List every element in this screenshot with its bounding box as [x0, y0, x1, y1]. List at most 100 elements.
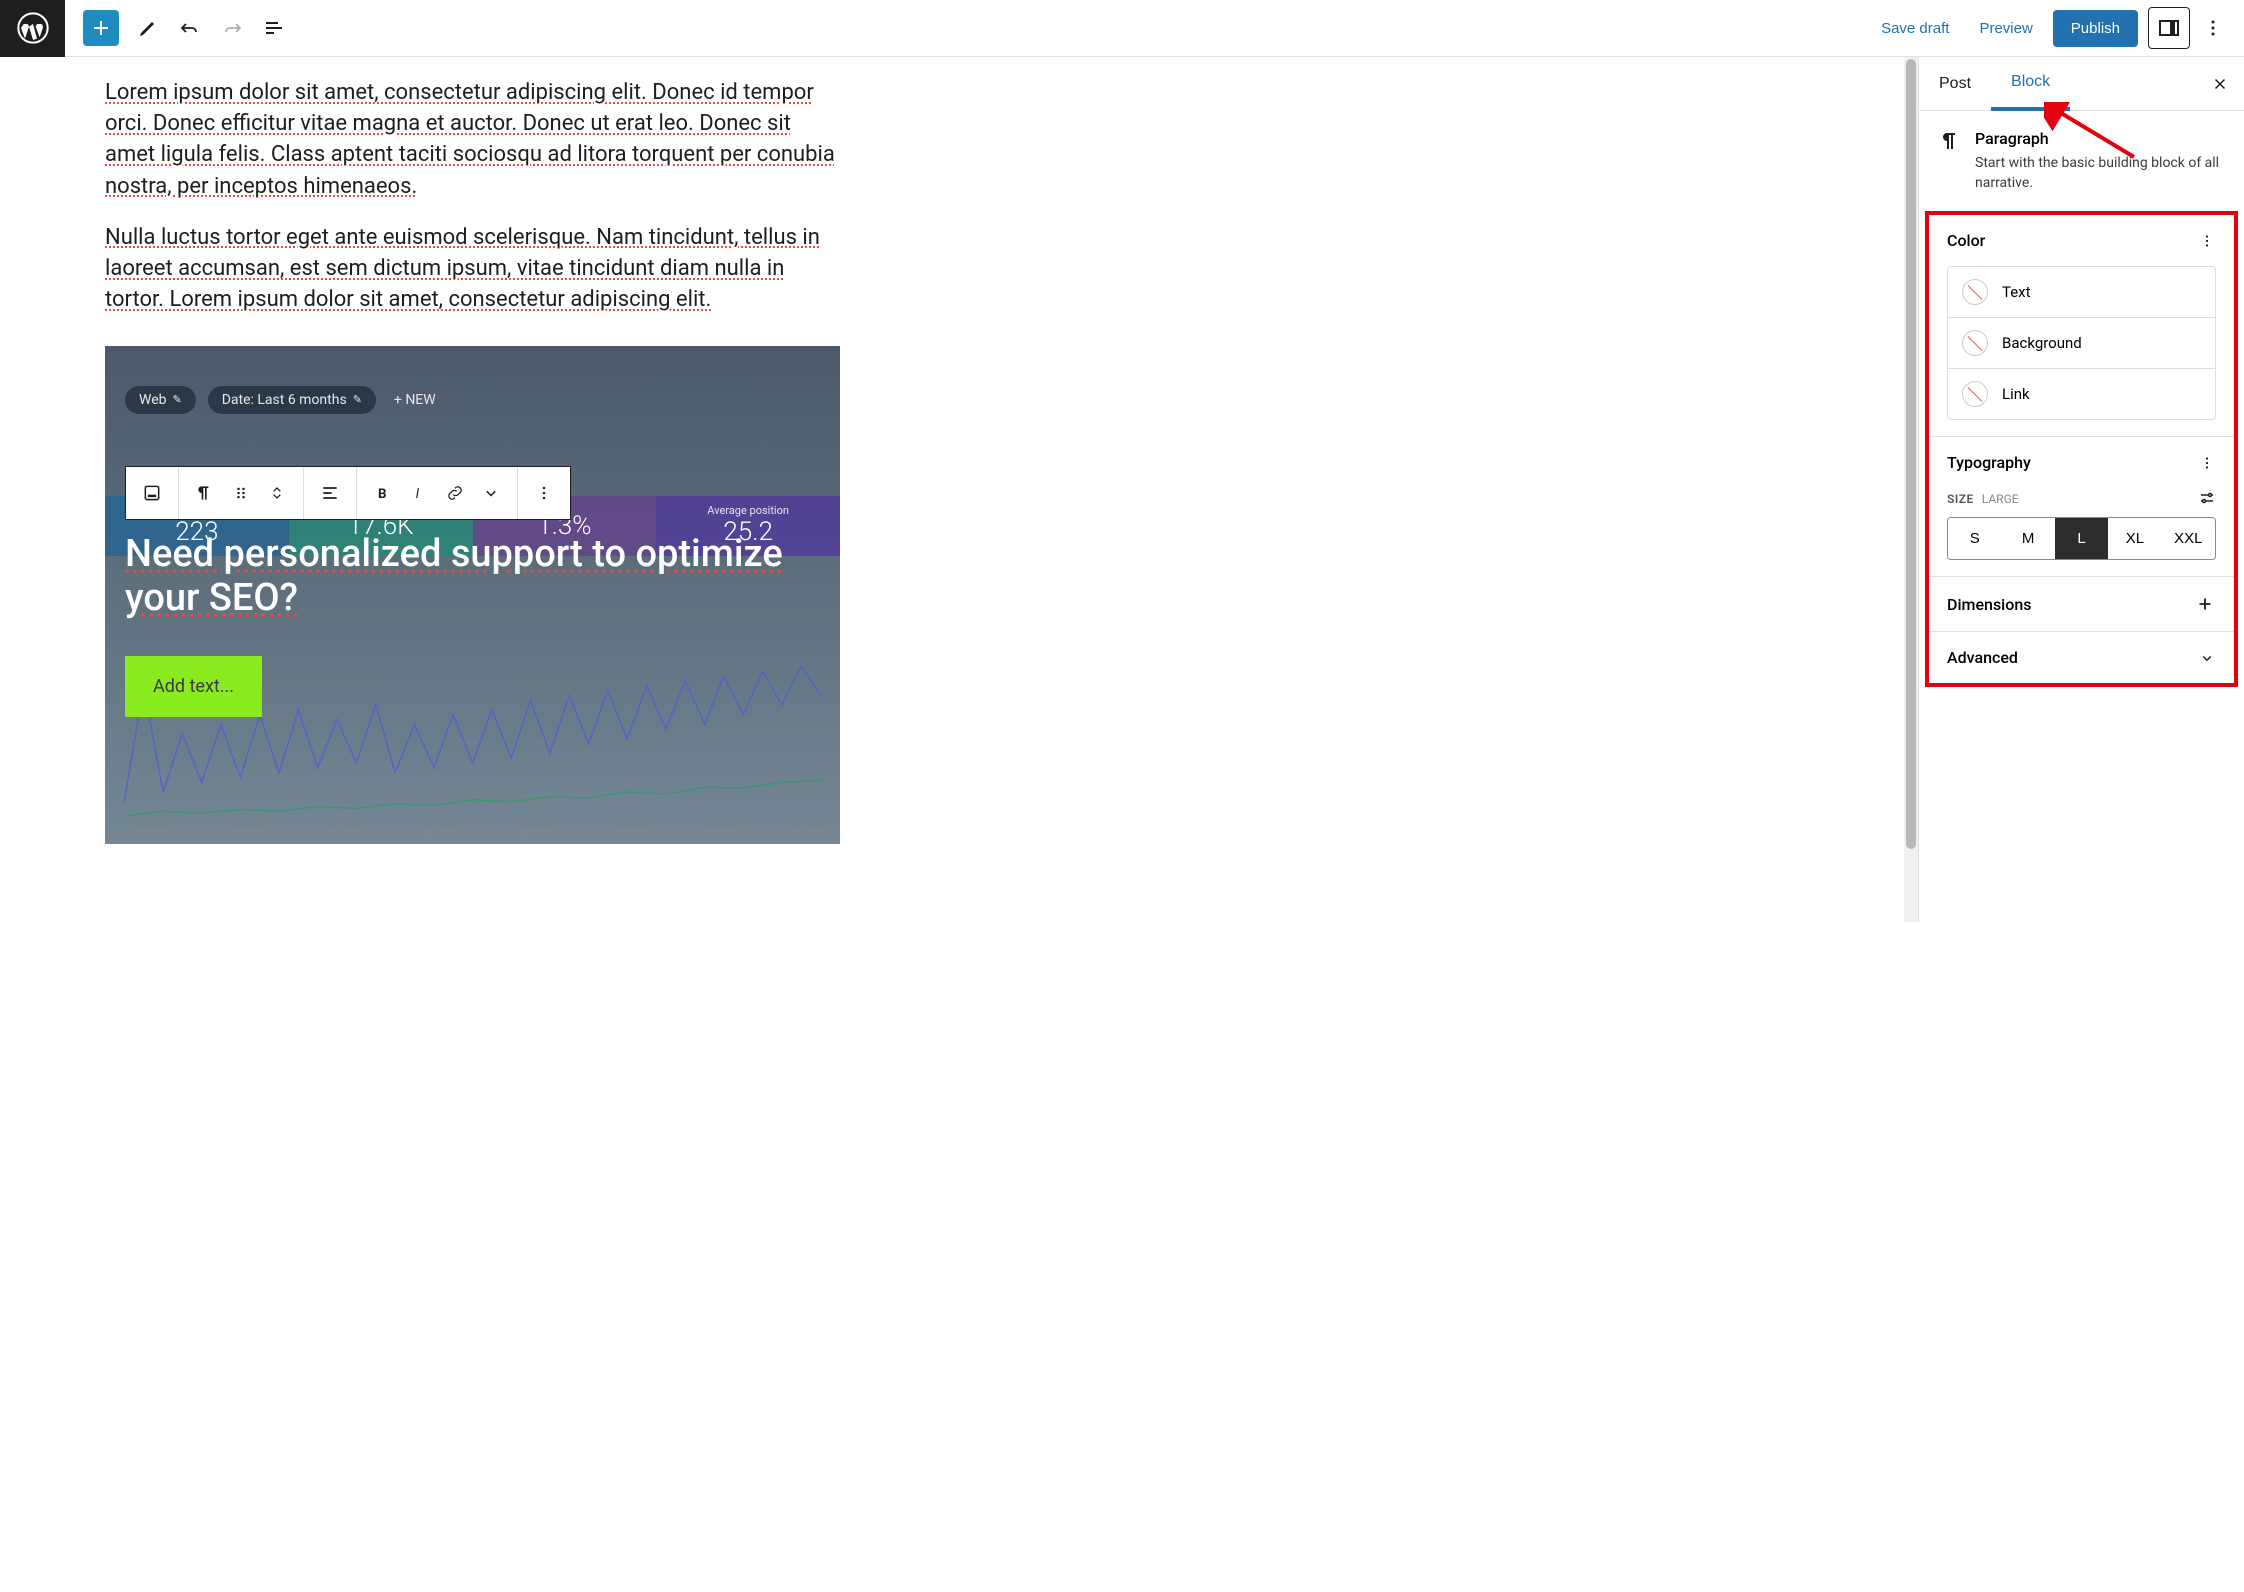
- kebab-icon[interactable]: [2198, 454, 2216, 472]
- redo-button[interactable]: [211, 7, 253, 49]
- cover-inner-content: B I Need personalized support to optimiz…: [105, 346, 840, 737]
- cover-heading[interactable]: Need personalized support to optimize yo…: [125, 528, 820, 624]
- color-panel-header[interactable]: Color: [1929, 215, 2234, 266]
- plus-icon[interactable]: [2194, 593, 2216, 615]
- chevron-down-icon[interactable]: [2198, 649, 2216, 667]
- kebab-icon: [534, 483, 554, 503]
- advanced-panel-header[interactable]: Advanced: [1929, 632, 2234, 683]
- color-link-row[interactable]: Link: [1948, 369, 2215, 419]
- color-swatch-none: [1962, 330, 1988, 356]
- paragraph-block-2[interactable]: Nulla luctus tortor eget ante euismod sc…: [105, 222, 840, 316]
- svg-text:I: I: [416, 487, 420, 502]
- toolbar-right: Save draft Preview Publish: [1867, 7, 2244, 49]
- italic-button[interactable]: I: [401, 475, 437, 511]
- kebab-icon: [2201, 16, 2225, 40]
- paragraph-block-1[interactable]: Lorem ipsum dolor sit amet, consectetur …: [105, 77, 840, 202]
- svg-text:3/24/19: 3/24/19: [327, 827, 362, 838]
- document-overview-button[interactable]: [253, 7, 295, 49]
- link-button[interactable]: [437, 475, 473, 511]
- color-panel: Color Text Background: [1929, 215, 2234, 437]
- drag-handle[interactable]: [223, 475, 259, 511]
- tab-post[interactable]: Post: [1919, 57, 1991, 110]
- italic-icon: I: [409, 483, 429, 503]
- scrollbar[interactable]: [1904, 57, 1918, 922]
- list-view-icon: [262, 16, 286, 40]
- wordpress-logo[interactable]: [0, 0, 65, 57]
- svg-text:B: B: [378, 487, 387, 502]
- size-xxl[interactable]: XXL: [2162, 518, 2215, 559]
- editor-canvas[interactable]: Lorem ipsum dolor sit amet, consectetur …: [0, 57, 1918, 922]
- block-toolbar: B I: [125, 466, 571, 520]
- sliders-icon[interactable]: [2198, 489, 2216, 507]
- cover-icon: [142, 483, 162, 503]
- dimensions-panel: Dimensions: [1929, 577, 2234, 632]
- close-sidebar-button[interactable]: [2204, 68, 2236, 100]
- options-button[interactable]: [2192, 7, 2234, 49]
- sidebar-tabs: Post Block: [1919, 57, 2244, 111]
- color-swatch-none: [1962, 381, 1988, 407]
- color-swatch-none: [1962, 279, 1988, 305]
- tab-block[interactable]: Block: [1991, 57, 2070, 111]
- move-button[interactable]: [259, 475, 295, 511]
- block-options-button[interactable]: [526, 475, 562, 511]
- close-icon: [2211, 75, 2229, 93]
- size-button-group: S M L XL XXL: [1947, 517, 2216, 560]
- add-block-button[interactable]: [83, 10, 119, 46]
- block-name: Paragraph: [1975, 129, 2226, 148]
- paragraph-icon: [195, 483, 215, 503]
- publish-button[interactable]: Publish: [2053, 10, 2138, 47]
- align-button[interactable]: [312, 475, 348, 511]
- kebab-icon[interactable]: [2198, 232, 2216, 250]
- button-placeholder: Add text...: [153, 676, 234, 697]
- pencil-icon: [136, 16, 160, 40]
- button-block[interactable]: Add text...: [125, 656, 262, 717]
- editor-content: Lorem ipsum dolor sit amet, consectetur …: [20, 77, 840, 884]
- save-draft-button[interactable]: Save draft: [1867, 12, 1963, 45]
- editor-top-toolbar: Save draft Preview Publish: [0, 0, 2244, 57]
- undo-icon: [178, 16, 202, 40]
- typography-panel: Typography SIZE LARGE S M L XL XXL: [1929, 437, 2234, 577]
- paragraph-icon: [1937, 129, 1961, 153]
- chart-x-labels: 2/24/19 3/10/19 3/24/19 4/7/19 4/21/19 5…: [134, 827, 821, 838]
- color-text-row[interactable]: Text: [1948, 267, 2215, 318]
- svg-text:2/24/19: 2/24/19: [134, 827, 169, 838]
- bold-button[interactable]: B: [365, 475, 401, 511]
- parent-block-button[interactable]: [134, 475, 170, 511]
- advanced-panel: Advanced: [1929, 632, 2234, 683]
- sidebar-toggle-button[interactable]: [2148, 7, 2190, 49]
- settings-sidebar: Post Block Paragraph Start with the basi…: [1918, 57, 2244, 922]
- drag-icon: [231, 483, 251, 503]
- align-icon: [320, 483, 340, 503]
- toolbar-left-group: [65, 7, 295, 49]
- sidebar-icon: [2159, 20, 2179, 36]
- dimensions-panel-header[interactable]: Dimensions: [1929, 577, 2234, 631]
- svg-text:3/10/19: 3/10/19: [231, 827, 266, 838]
- wordpress-icon: [17, 12, 49, 44]
- tools-button[interactable]: [127, 7, 169, 49]
- svg-text:5/19/19: 5/19/19: [705, 827, 740, 838]
- size-xl[interactable]: XL: [2108, 518, 2161, 559]
- redo-icon: [220, 16, 244, 40]
- paragraph-block-button[interactable]: [187, 475, 223, 511]
- svg-text:5/5/19: 5/5/19: [618, 827, 648, 838]
- undo-button[interactable]: [169, 7, 211, 49]
- block-description: Paragraph Start with the basic building …: [1919, 111, 2244, 211]
- size-m[interactable]: M: [2001, 518, 2054, 559]
- size-s[interactable]: S: [1948, 518, 2001, 559]
- preview-button[interactable]: Preview: [1965, 12, 2046, 45]
- more-format-button[interactable]: [473, 475, 509, 511]
- toolbar-left: [0, 0, 295, 56]
- cover-block[interactable]: Web ✎ Date: Last 6 months ✎ + NEW Tot223…: [105, 346, 840, 844]
- svg-text:4/7/19: 4/7/19: [424, 827, 454, 838]
- svg-text:4/21/19: 4/21/19: [521, 827, 556, 838]
- scrollbar-thumb[interactable]: [1906, 59, 1916, 849]
- size-l[interactable]: L: [2055, 518, 2108, 559]
- plus-icon: [89, 16, 113, 40]
- chevrons-icon: [267, 483, 287, 503]
- chevron-down-icon: [481, 483, 501, 503]
- typography-panel-header[interactable]: Typography: [1929, 437, 2234, 488]
- link-icon: [445, 483, 465, 503]
- main-layout: Lorem ipsum dolor sit amet, consectetur …: [0, 57, 2244, 922]
- svg-text:6/2/19: 6/2/19: [792, 827, 822, 838]
- color-background-row[interactable]: Background: [1948, 318, 2215, 369]
